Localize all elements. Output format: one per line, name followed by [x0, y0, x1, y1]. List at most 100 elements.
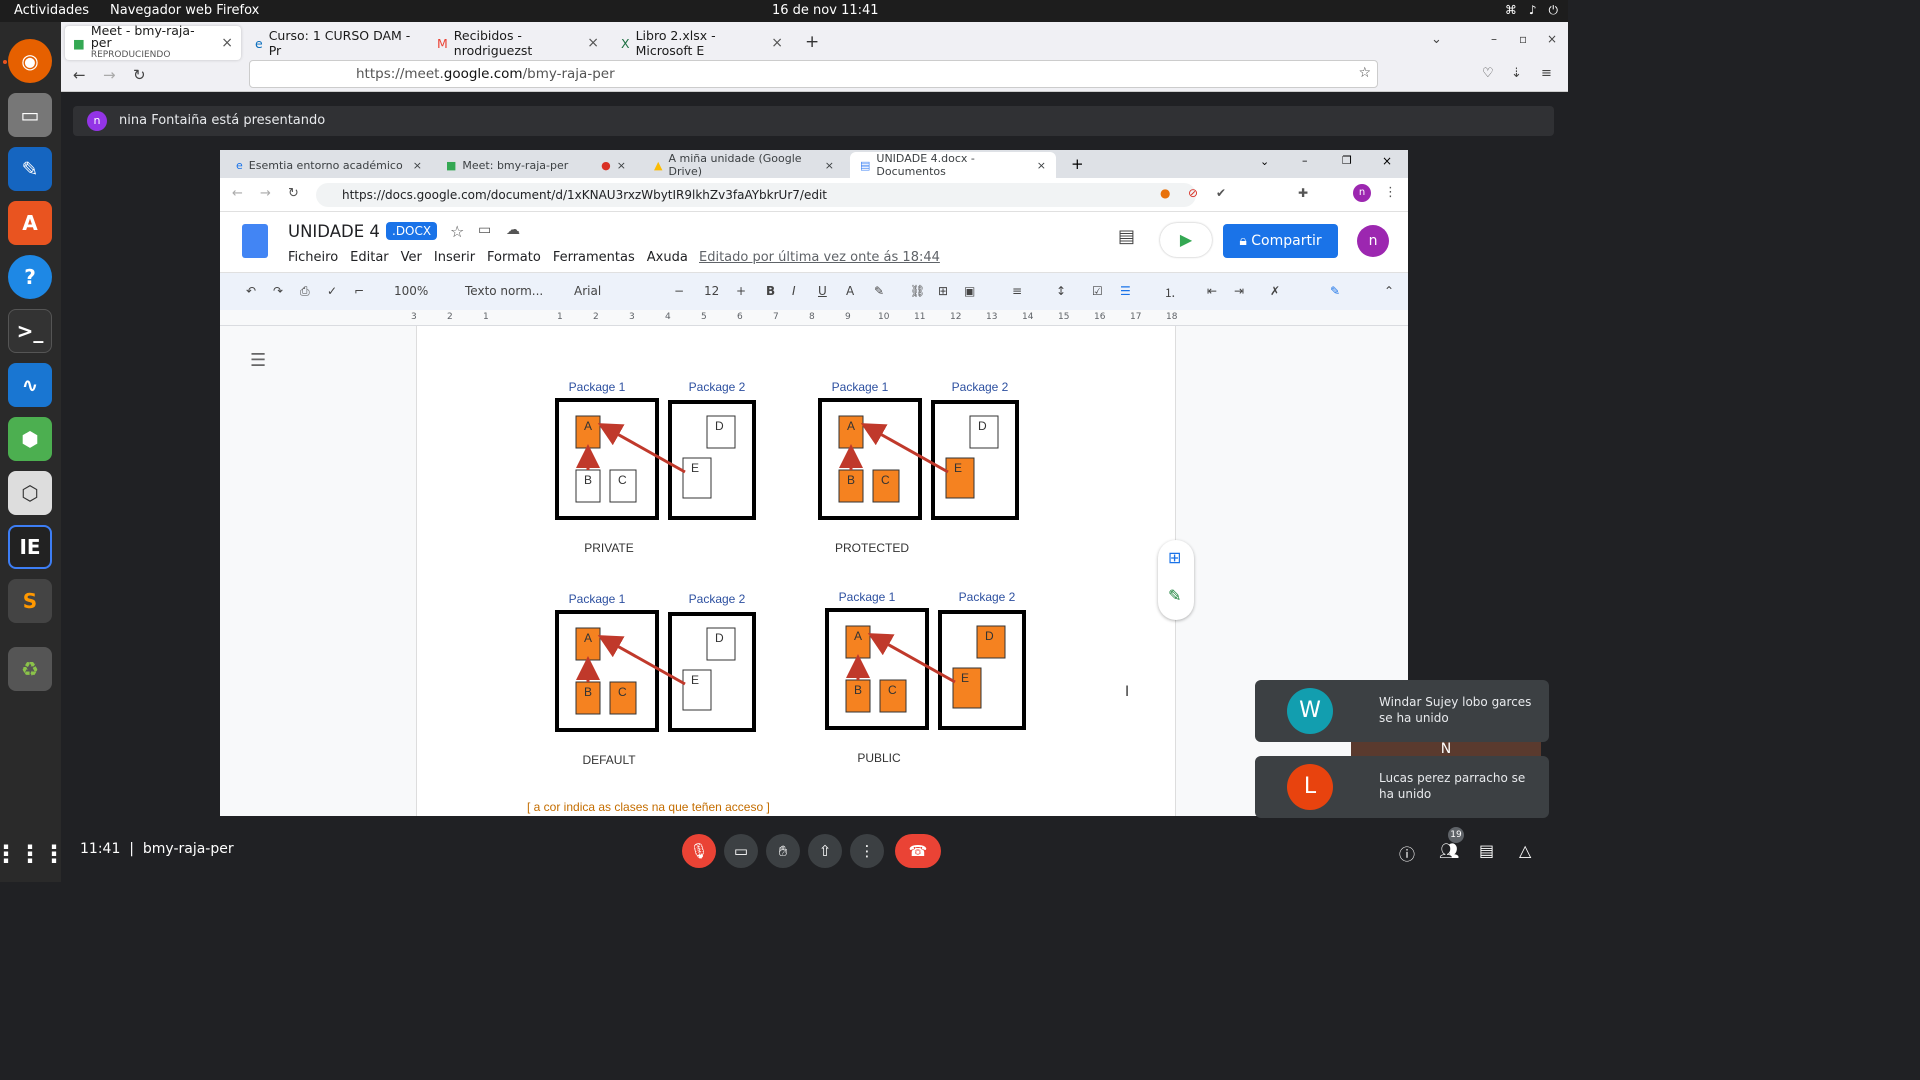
italic-icon[interactable]: I: [792, 284, 796, 298]
join-notification[interactable]: L Lucas perez parracho se ha unido: [1255, 756, 1549, 818]
bulleted-list-icon[interactable]: ☰: [1120, 284, 1131, 298]
close-icon[interactable]: ×: [617, 159, 626, 172]
comment-add-icon[interactable]: ⊞: [938, 284, 948, 298]
mic-off-button[interactable]: 🎙︎: [682, 834, 716, 868]
menu-help[interactable]: Axuda: [647, 250, 688, 265]
maximize-button[interactable]: ▫: [1519, 32, 1527, 46]
url-bar[interactable]: https://meet.google.com/bmy-raja-per ☆: [249, 60, 1378, 88]
undo-icon[interactable]: ↶: [246, 284, 256, 298]
close-window-button[interactable]: ×: [1382, 154, 1392, 168]
star-icon[interactable]: ☆: [450, 222, 464, 241]
document-title[interactable]: UNIDADE 4: [288, 222, 380, 241]
chrome-tab-esemtia[interactable]: e Esemtia entorno académico ×: [226, 152, 432, 178]
increase-font-icon[interactable]: +: [736, 284, 746, 298]
share-button[interactable]: 🔒︎ Compartir: [1223, 224, 1338, 258]
paint-format-icon[interactable]: ⌐: [354, 284, 364, 298]
decrease-font-icon[interactable]: −: [674, 284, 684, 298]
cloud-status-icon[interactable]: ☁: [506, 222, 520, 238]
firefox-tab-meet[interactable]: ■ Meet - bmy-raja-per REPRODUCIENDO ×: [65, 24, 241, 60]
menu-insert[interactable]: Inserir: [434, 250, 475, 265]
files-icon[interactable]: ▭: [8, 93, 52, 137]
ruler[interactable]: 3 2 1 1 2 3 4 5 6 7 8 9 10 11 12 13 14 1…: [220, 310, 1408, 326]
active-app-name[interactable]: Navegador web Firefox: [110, 3, 259, 18]
firefox-tab-gmail[interactable]: M Recibidos - nrodriguezst ×: [429, 26, 607, 60]
underline-icon[interactable]: U: [818, 284, 827, 298]
tab-search-chevron-icon[interactable]: ⌄: [1260, 155, 1269, 168]
new-tab-button[interactable]: +: [805, 32, 819, 52]
increase-indent-icon[interactable]: ⇥: [1234, 284, 1244, 298]
bookmark-star-icon[interactable]: ☆: [1358, 65, 1371, 81]
software-center-icon[interactable]: A: [8, 201, 52, 245]
redo-icon[interactable]: ↷: [273, 284, 283, 298]
menu-edit[interactable]: Editar: [350, 250, 389, 265]
move-folder-icon[interactable]: ▭: [478, 222, 491, 238]
chrome-menu-icon[interactable]: ⋮: [1384, 185, 1397, 200]
omnibox[interactable]: https://docs.google.com/document/d/1xKNA…: [316, 183, 1196, 207]
new-tab-button[interactable]: +: [1071, 155, 1084, 173]
terminal-icon[interactable]: >_: [8, 309, 52, 353]
close-icon[interactable]: ×: [771, 35, 783, 51]
suggest-edit-icon[interactable]: ✎: [1168, 586, 1181, 605]
puzzle-icon[interactable]: ✚: [1298, 186, 1308, 200]
people-icon[interactable]: 👥︎: [1439, 841, 1459, 860]
menu-tools[interactable]: Ferramentas: [553, 250, 635, 265]
package-icon[interactable]: ⬢: [8, 417, 52, 461]
font-select[interactable]: Arial: [574, 284, 601, 298]
chat-icon[interactable]: ▤: [1479, 841, 1494, 860]
raise-hand-button[interactable]: ✋︎: [766, 834, 800, 868]
document-page[interactable]: Package 1 Package 2 A B C D E PRIVATE Package 1 P…: [416, 326, 1176, 816]
join-notification[interactable]: W Windar Sujey lobo garces se ha unido: [1255, 680, 1549, 742]
decrease-indent-icon[interactable]: ⇤: [1207, 284, 1217, 298]
leave-call-button[interactable]: ☎: [895, 834, 941, 868]
menu-icon[interactable]: ≡: [1541, 66, 1552, 81]
bold-icon[interactable]: B: [766, 284, 775, 298]
text-color-icon[interactable]: A: [846, 284, 854, 298]
system-clock[interactable]: 16 de nov 11:41: [772, 3, 879, 18]
system-tray[interactable]: ⌘ ♪ ⏻: [1505, 3, 1558, 18]
comments-icon[interactable]: ▤: [1118, 226, 1135, 247]
collapse-toolbar-icon[interactable]: ⌃: [1384, 284, 1394, 298]
maximize-button[interactable]: ❐: [1342, 154, 1352, 167]
present-button[interactable]: ⇧: [808, 834, 842, 868]
spellcheck-icon[interactable]: ✓: [327, 284, 337, 298]
forward-icon[interactable]: →: [260, 186, 271, 201]
downloads-icon[interactable]: ⇣: [1511, 66, 1522, 81]
pocket-icon[interactable]: ♡: [1482, 66, 1494, 81]
tab-list-chevron-icon[interactable]: ⌄: [1431, 32, 1442, 47]
firefox-tab-excel[interactable]: X Libro 2.xlsx - Microsoft E ×: [613, 26, 791, 60]
activities-icon[interactable]: △: [1519, 841, 1531, 860]
minimize-button[interactable]: –: [1491, 32, 1497, 46]
trash-icon[interactable]: ♻: [8, 647, 52, 691]
print-icon[interactable]: ⎙: [300, 284, 310, 299]
chrome-tab-meet[interactable]: ■ Meet: bmy-raja-per ● ×: [436, 152, 636, 178]
link-icon[interactable]: ⛓: [910, 284, 925, 298]
chrome-tab-docs[interactable]: ▤ UNIDADE 4.docx - Documentos ×: [850, 152, 1056, 178]
close-icon[interactable]: ×: [1037, 159, 1046, 172]
last-edit-link[interactable]: Editado por última vez onte ás 18:44: [699, 250, 940, 265]
reload-icon[interactable]: ↻: [288, 186, 299, 201]
writer-icon[interactable]: ✎: [8, 147, 52, 191]
monitor-icon[interactable]: ∿: [8, 363, 52, 407]
menu-format[interactable]: Formato: [487, 250, 541, 265]
close-window-button[interactable]: ×: [1547, 32, 1557, 46]
close-icon[interactable]: ×: [587, 35, 599, 51]
style-select[interactable]: Texto norm...: [465, 284, 543, 298]
close-icon[interactable]: ×: [825, 159, 834, 172]
add-comment-icon[interactable]: ⊞: [1168, 548, 1181, 567]
check-icon[interactable]: ✔: [1216, 186, 1226, 200]
close-icon[interactable]: ×: [221, 35, 233, 51]
close-icon[interactable]: ×: [413, 159, 422, 172]
image-icon[interactable]: ▣: [964, 284, 975, 298]
firefox-icon[interactable]: ◉: [8, 39, 52, 83]
camera-button[interactable]: ▭: [724, 834, 758, 868]
extension-icon[interactable]: ●: [1160, 186, 1170, 200]
checklist-icon[interactable]: ☑: [1092, 284, 1103, 298]
back-icon[interactable]: ←: [73, 66, 86, 84]
zoom-select[interactable]: 100%: [394, 284, 428, 298]
minimize-button[interactable]: –: [1302, 154, 1308, 167]
app-grid-icon[interactable]: ⋮⋮⋮: [0, 832, 66, 876]
profile-avatar[interactable]: n: [1353, 184, 1371, 202]
activities-button[interactable]: Actividades: [14, 3, 89, 18]
menu-view[interactable]: Ver: [401, 250, 422, 265]
menu-file[interactable]: Ficheiro: [288, 250, 338, 265]
